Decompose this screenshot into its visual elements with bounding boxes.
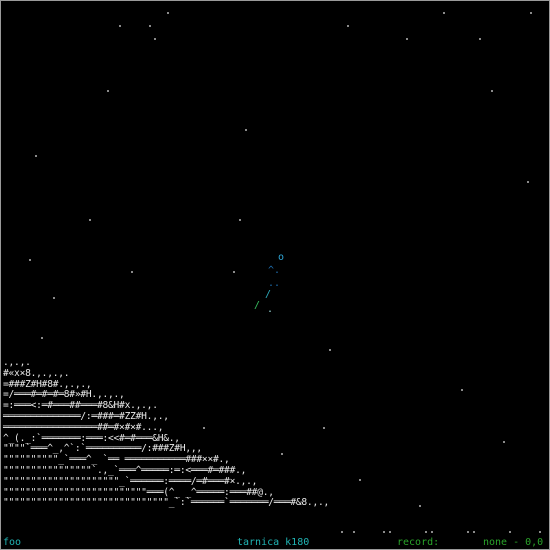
star (29, 259, 31, 261)
star (41, 337, 43, 339)
ship-o-glyph: o (278, 252, 285, 263)
terrain-row: """"""""""""""""""""""""""""""_`:`══════… (3, 497, 330, 509)
ship-trail-1: ^. (268, 265, 281, 276)
status-bar: foo tarnica k180 record: none - 0,0 (1, 537, 549, 549)
star (329, 349, 331, 351)
star (347, 25, 349, 27)
star (35, 155, 37, 157)
ascii-terrain: .,.,. #«x×8.,.,.,. =###Z#H#8#.,.,., =/═══#═… (3, 357, 330, 509)
star (149, 25, 151, 27)
star (353, 531, 355, 533)
star (461, 389, 463, 391)
star (341, 531, 343, 533)
star (473, 531, 475, 533)
status-center: tarnica k180 (237, 537, 310, 548)
status-record: record: (397, 537, 440, 548)
game-screen[interactable]: .,.,. #«x×8.,.,.,. =###Z#H#8#.,.,., =/═══#═… (0, 0, 550, 550)
ship-trail-2: .. (268, 278, 281, 289)
ship-slash-1: / (265, 289, 272, 300)
star (503, 441, 505, 443)
star (167, 12, 169, 14)
star (233, 271, 235, 273)
terrain-row: """""""""""""""""""""_`══════:════/═#═══… (3, 475, 258, 487)
star (527, 181, 529, 183)
star (53, 297, 55, 299)
star (491, 90, 493, 92)
star (539, 531, 541, 533)
ship-slash-2: / (254, 300, 261, 311)
star (467, 531, 469, 533)
star (245, 129, 247, 131)
star (119, 25, 121, 27)
status-mode: none - 0,0 (483, 537, 544, 548)
star (107, 90, 109, 92)
star (154, 38, 156, 40)
star (425, 531, 427, 533)
star (406, 38, 408, 40)
star (530, 12, 532, 14)
terrain-row: #«x×8.,.,.,. (3, 367, 70, 379)
star (443, 12, 445, 14)
star (389, 531, 391, 533)
star (479, 38, 481, 40)
status-left: foo (3, 537, 22, 548)
star (359, 479, 361, 481)
terrain-row: ═════════════════##═#×#×#..., (3, 421, 164, 433)
star (89, 219, 91, 221)
star (131, 271, 133, 273)
star (419, 505, 421, 507)
ship-dot: . (267, 304, 274, 315)
star (431, 531, 433, 533)
star (239, 219, 241, 221)
star (383, 531, 385, 533)
star (509, 531, 511, 533)
